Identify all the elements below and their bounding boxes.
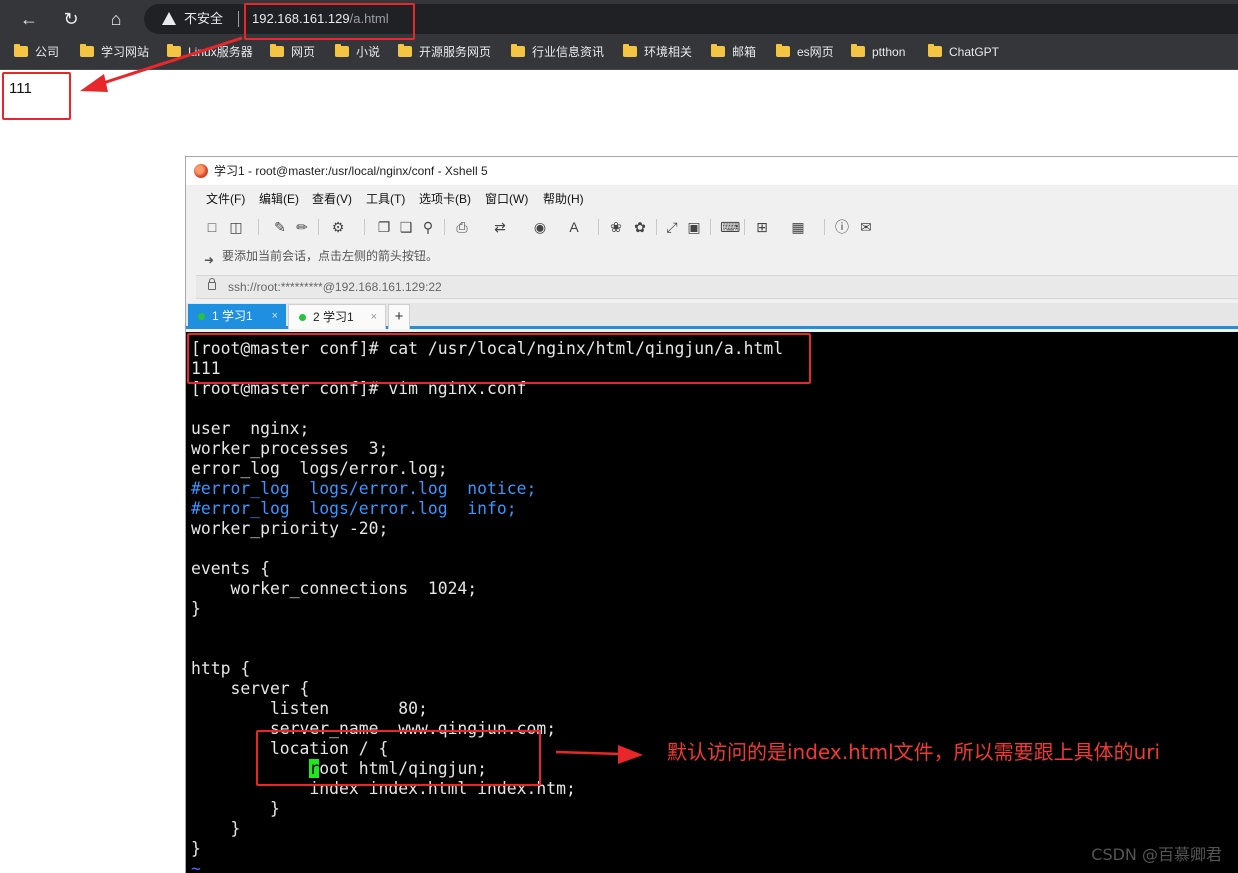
arrow-url-to-content [80,36,243,92]
arrow-location-to-note [555,745,643,764]
watermark: CSDN @百慕卿君 [1091,845,1222,864]
annotation-note: 默认访问的是index.html文件，所以需要跟上具体的uri [667,740,1161,764]
